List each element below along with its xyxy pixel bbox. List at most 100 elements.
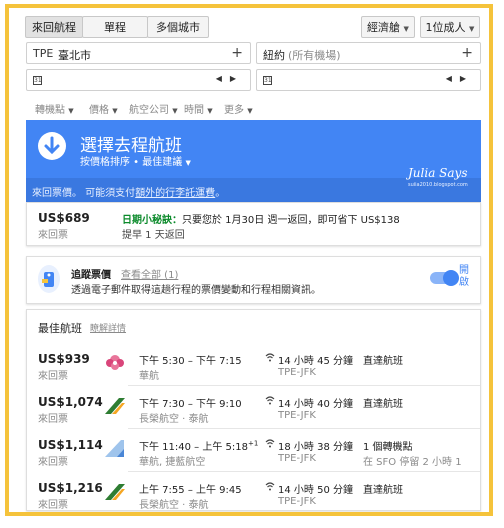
flight-stops: 直達航班 (363, 399, 403, 410)
flight-stops: 1 個轉機點 (363, 442, 413, 453)
eva-air-logo-icon (105, 484, 125, 500)
jetblue-logo-icon (105, 440, 124, 457)
flight-row[interactable]: US$939 來回票 下午 5:30 – 下午 7:15 華航 14 小時 45… (27, 343, 482, 384)
flight-times: 下午 11:40 – 上午 5:18+1 (139, 438, 258, 453)
flight-price: US$1,114 (38, 438, 103, 452)
destination-field[interactable]: 紐約 (所有機場) + (256, 42, 481, 64)
chevron-down-icon: ▼ (207, 107, 213, 115)
eva-air-logo-icon (105, 398, 125, 414)
flight-row[interactable]: US$1,114 來回票 下午 11:40 – 上午 5:18+1 華航, 捷藍… (27, 429, 482, 470)
toggle-knob (443, 270, 459, 286)
date-stepper-arrows-icon[interactable]: ◀▶ (446, 74, 474, 83)
track-title: 追蹤票價 (71, 270, 111, 281)
china-airlines-logo-icon (106, 355, 124, 370)
flight-times: 下午 5:30 – 下午 7:15 (139, 356, 242, 367)
date-tip-card[interactable]: US$689 來回票 日期小秘訣：只要您於 1月30日 週一返回，即可省下 US… (26, 202, 481, 246)
tip-price: US$689 (38, 211, 90, 225)
watermark-sub: suiia2010.blogspot.com (408, 182, 468, 188)
plus-icon[interactable]: + (461, 45, 473, 61)
depart-date-field[interactable]: 31 ◀▶ (26, 69, 251, 91)
learn-more-link[interactable]: 瞭解詳情 (90, 321, 126, 334)
cabin-label: 經濟艙 (367, 21, 401, 34)
flight-airline: 華航 (139, 371, 159, 382)
origin-code: TPE (33, 47, 54, 60)
flight-times-text: 下午 11:40 – 上午 5:18 (139, 442, 248, 453)
tip-sub: 提早 1 天返回 (122, 230, 185, 241)
flight-price: US$1,074 (38, 395, 103, 409)
passengers-select[interactable]: 1位成人 ▼ (420, 16, 480, 38)
chevron-down-icon: ▼ (403, 25, 409, 33)
flight-stops: 直達航班 (363, 356, 403, 367)
chevron-down-icon: ▼ (469, 25, 475, 33)
calendar-icon: 31 (33, 76, 42, 85)
tab-one-way[interactable]: 單程 (82, 16, 148, 38)
chevron-down-icon: ▼ (112, 107, 118, 115)
flight-price-sub: 來回票 (38, 371, 68, 382)
view-all-link[interactable]: 查看全部 (1) (121, 266, 178, 281)
watermark: Julia Says (408, 166, 468, 180)
plus-icon[interactable]: + (231, 45, 243, 61)
passengers-label: 1位成人 (425, 21, 466, 34)
tip-text-line: 日期小秘訣：只要您於 1月30日 週一返回，即可省下 US$138 (122, 211, 400, 226)
best-flights-card: 最佳航班 瞭解詳情 US$939 來回票 下午 5:30 – 下午 7:15 華… (26, 309, 481, 511)
flight-route: TPE-JFK (278, 410, 316, 421)
wifi-icon (265, 353, 275, 365)
select-outbound-banner: 選擇去程航班 按價格排序 • 最佳建議 ▼ 來回票價。 可能須支付額外的行李託運… (26, 120, 481, 202)
flight-row[interactable]: US$1,216 來回票 上午 7:55 – 上午 9:45 長榮航空 · 泰航… (27, 472, 482, 511)
flight-price-sub: 來回票 (38, 414, 68, 425)
flight-times: 下午 7:30 – 下午 9:10 (139, 399, 242, 410)
note-prefix: 來回票價。 可能須支付 (32, 188, 136, 199)
filter-more[interactable]: 更多 ▼ (224, 101, 253, 116)
flight-duration: 14 小時 40 分鐘 (278, 399, 353, 410)
toggle-label: 開啟 (459, 265, 469, 288)
flight-route: TPE-JFK (278, 453, 316, 464)
tab-one-way-label: 單程 (104, 21, 126, 34)
filter-stops-label: 轉機點 (35, 105, 65, 116)
calendar-icon: 31 (263, 76, 272, 85)
filter-stops[interactable]: 轉機點 ▼ (35, 101, 74, 116)
baggage-fees-link[interactable]: 額外的行李託運費 (135, 188, 215, 199)
flight-times: 上午 7:55 – 上午 9:45 (139, 485, 242, 496)
filter-time[interactable]: 時間 ▼ (184, 101, 213, 116)
return-date-field[interactable]: 31 ◀▶ (256, 69, 481, 91)
tab-round-trip-label: 來回航程 (32, 21, 76, 34)
cabin-select[interactable]: 經濟艙 ▼ (361, 16, 415, 38)
flight-price-sub: 來回票 (38, 500, 68, 511)
google-flights-window: 來回航程 單程 多個城市 經濟艙 ▼ 1位成人 ▼ TPE 臺北市 + 紐約 (… (5, 4, 493, 516)
tip-price-sub: 來回票 (38, 230, 68, 241)
filter-airline[interactable]: 航空公司 ▼ (129, 101, 178, 116)
flight-price-sub: 來回票 (38, 457, 68, 468)
track-toggle[interactable] (430, 270, 459, 286)
track-desc: 透過電子郵件取得這趟行程的票價變動和行程相關資訊。 (71, 285, 321, 296)
tip-label: 日期小秘訣： (122, 215, 182, 226)
tab-multi-city-label: 多個城市 (156, 21, 200, 34)
flight-airline: 華航, 捷藍航空 (139, 457, 206, 468)
flight-airline: 長榮航空 · 泰航 (139, 500, 209, 511)
chevron-down-icon: ▼ (247, 107, 253, 115)
flight-duration: 18 小時 38 分鐘 (278, 442, 353, 453)
destination-note: (所有機場) (288, 49, 341, 62)
best-flights-title: 最佳航班 (38, 322, 82, 335)
origin-field[interactable]: TPE 臺北市 + (26, 42, 251, 64)
filter-more-label: 更多 (224, 105, 244, 116)
flight-route: TPE-JFK (278, 367, 316, 378)
filter-airline-label: 航空公司 (129, 105, 169, 116)
flight-duration: 14 小時 45 分鐘 (278, 356, 353, 367)
filter-price-label: 價格 (89, 105, 109, 116)
sort-selector[interactable]: 按價格排序 • 最佳建議 ▼ (80, 153, 191, 168)
chevron-down-icon: ▼ (68, 107, 74, 115)
arrow-down-circle-icon (38, 132, 66, 160)
flight-stops: 直達航班 (363, 485, 403, 496)
tab-round-trip[interactable]: 來回航程 (25, 16, 83, 38)
tab-multi-city[interactable]: 多個城市 (147, 16, 209, 38)
chevron-down-icon: ▼ (172, 107, 178, 115)
chevron-down-icon: ▼ (185, 159, 191, 167)
sort-label: 按價格排序 • 最佳建議 (80, 157, 183, 168)
date-stepper-arrows-icon[interactable]: ◀▶ (216, 74, 244, 83)
flight-row[interactable]: US$1,074 來回票 下午 7:30 – 下午 9:10 長榮航空 · 泰航… (27, 386, 482, 427)
flight-airline: 長榮航空 · 泰航 (139, 414, 209, 425)
filter-price[interactable]: 價格 ▼ (89, 101, 118, 116)
destination-city: 紐約 (263, 49, 285, 62)
flight-route: TPE-JFK (278, 496, 316, 507)
wifi-icon (265, 396, 275, 408)
